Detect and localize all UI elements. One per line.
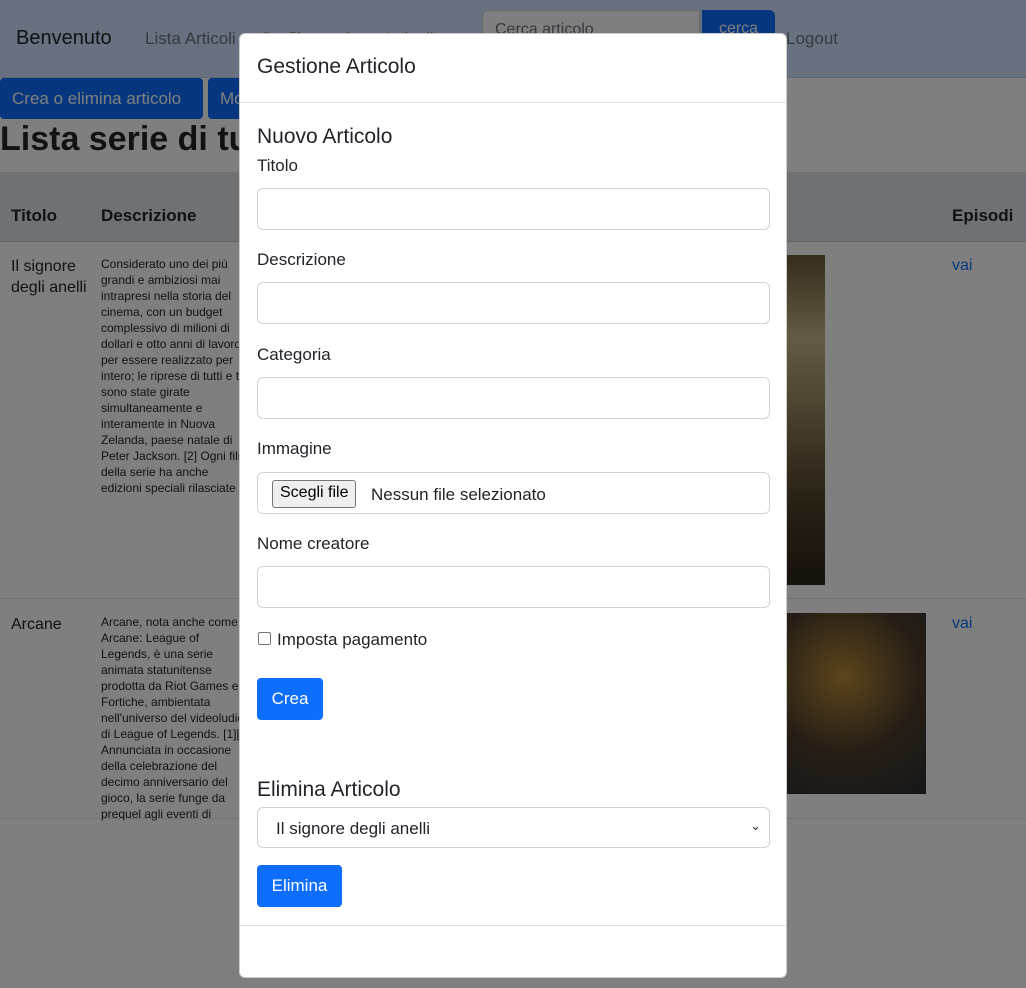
choose-file-button[interactable]: Scegli file	[272, 480, 357, 508]
immagine-label: Immagine	[257, 439, 332, 458]
titolo-label: Titolo	[257, 156, 298, 175]
select-value: Il signore degli anelli	[276, 819, 431, 838]
delete-article-heading: Elimina Articolo	[257, 778, 401, 801]
payment-checkbox[interactable]	[258, 632, 271, 645]
nome-creatore-label: Nome creatore	[257, 534, 370, 553]
file-status-text: Nessun file selezionato	[371, 485, 546, 504]
modal-header: Gestione Articolo	[240, 34, 786, 103]
new-article-heading: Nuovo Articolo	[257, 125, 393, 148]
modal-footer-divider	[240, 925, 786, 926]
categoria-input[interactable]	[257, 377, 770, 419]
image-file-input[interactable]: Scegli file Nessun file selezionato	[257, 472, 770, 514]
descrizione-label: Descrizione	[257, 250, 346, 269]
payment-checkbox-label[interactable]: Imposta pagamento	[277, 630, 427, 650]
categoria-label: Categoria	[257, 345, 331, 364]
nome-creatore-input[interactable]	[257, 566, 770, 608]
descrizione-input[interactable]	[257, 282, 770, 324]
delete-button[interactable]: Elimina	[257, 865, 342, 907]
modal-title: Gestione Articolo	[257, 55, 416, 78]
article-modal: Gestione Articolo Nuovo Articolo Titolo …	[239, 33, 787, 978]
chevron-down-icon: ⌄	[750, 818, 761, 833]
titolo-input[interactable]	[257, 188, 770, 230]
create-button[interactable]: Crea	[257, 678, 323, 720]
delete-article-select[interactable]: Il signore degli anelli ⌄	[257, 807, 770, 848]
